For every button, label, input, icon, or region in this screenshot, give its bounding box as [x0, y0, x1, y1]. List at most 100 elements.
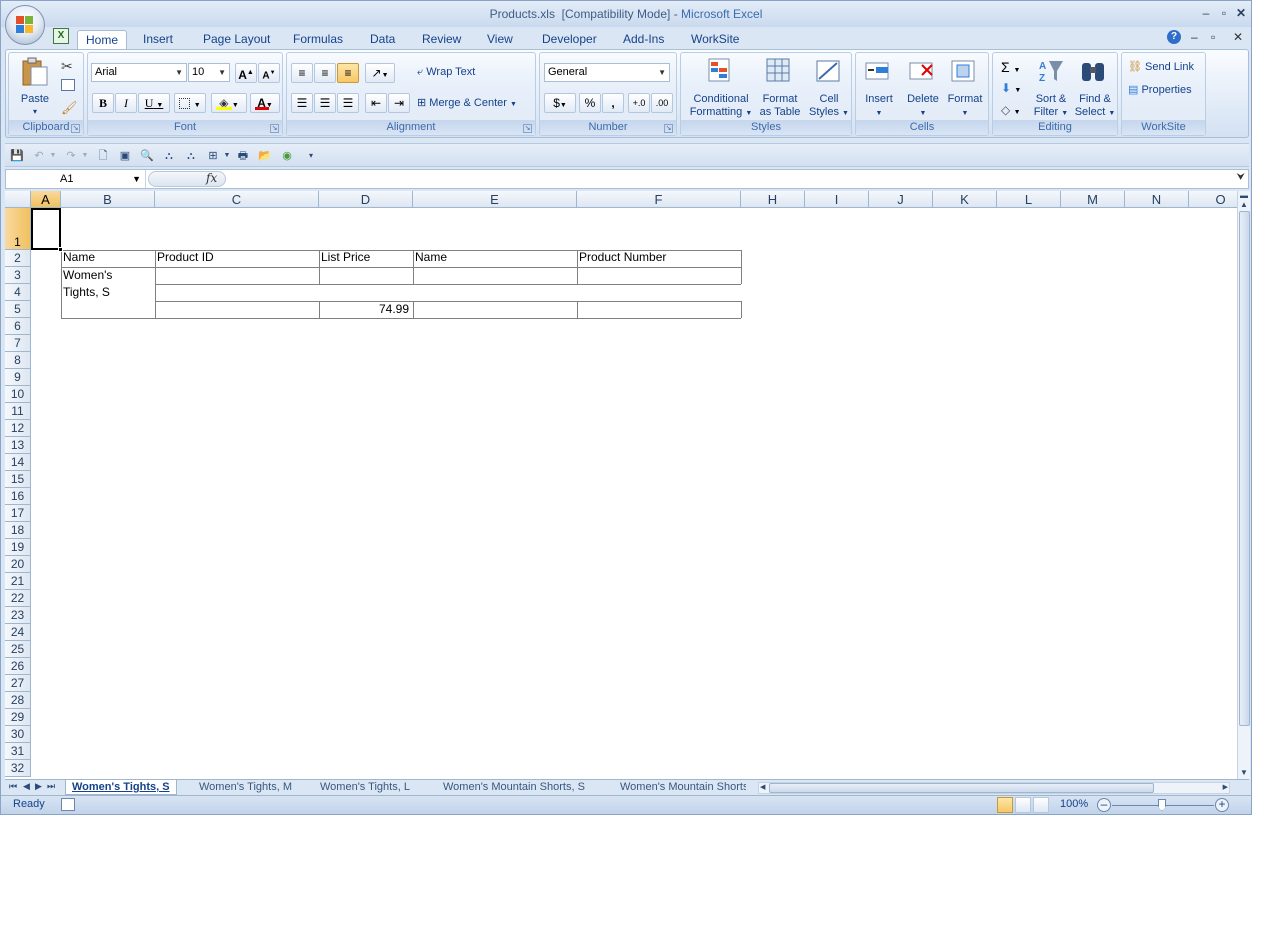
comma-button[interactable]: , — [602, 93, 624, 113]
row-header-31[interactable]: 31 — [5, 743, 31, 760]
office-button[interactable] — [5, 5, 45, 45]
tab-view[interactable]: View — [479, 30, 521, 49]
scroll-down-icon[interactable]: ▼ — [1240, 768, 1248, 777]
doc-close-icon[interactable]: ✕ — [1233, 30, 1243, 44]
align-right-button[interactable]: ☰ — [337, 93, 359, 113]
last-sheet-icon[interactable]: ⏭ — [47, 781, 55, 792]
normal-view-button[interactable] — [997, 797, 1013, 813]
format-as-table-icon[interactable] — [765, 57, 793, 85]
column-header-f[interactable]: F — [577, 191, 741, 208]
row-header-19[interactable]: 19 — [5, 539, 31, 556]
row-header-8[interactable]: 8 — [5, 352, 31, 369]
send-link-button[interactable]: ⛓ Send Link — [1128, 60, 1194, 73]
borders-button[interactable]: ▼ — [174, 93, 206, 113]
zoom-level[interactable]: 100% — [1060, 798, 1088, 810]
column-header-e[interactable]: E — [413, 191, 577, 208]
tab-add-ins[interactable]: Add-Ins — [615, 30, 672, 49]
camera-icon[interactable]: ▣ — [117, 148, 133, 164]
cut-icon[interactable]: ✂ — [61, 58, 73, 75]
column-header-o[interactable]: O — [1189, 191, 1237, 208]
maximize-icon[interactable]: ▫ — [1215, 5, 1233, 21]
row-header-22[interactable]: 22 — [5, 590, 31, 607]
cell-f2[interactable]: Product Number — [577, 250, 668, 265]
open-folder-icon[interactable]: 📂 — [257, 148, 273, 164]
insert-cells-button[interactable]: Insert ▼ — [858, 93, 900, 120]
font-launcher-icon[interactable]: ↘ — [270, 124, 279, 133]
row-header-13[interactable]: 13 — [5, 437, 31, 454]
column-header-m[interactable]: M — [1061, 191, 1125, 208]
underline-button[interactable]: U ▼ — [138, 93, 170, 113]
row-header-21[interactable]: 21 — [5, 573, 31, 590]
font-name-combo[interactable]: Arial ▼ — [91, 63, 187, 82]
percent-button[interactable]: % — [579, 93, 601, 113]
row-header-2[interactable]: 2 — [5, 250, 31, 267]
fill-handle[interactable] — [58, 247, 63, 252]
row-header-7[interactable]: 7 — [5, 335, 31, 352]
row-header-29[interactable]: 29 — [5, 709, 31, 726]
row-header-17[interactable]: 17 — [5, 505, 31, 522]
row-header-3[interactable]: 3 — [5, 267, 31, 284]
new-document-icon[interactable]: 🗋 — [95, 148, 111, 164]
row-header-32[interactable]: 32 — [5, 760, 31, 777]
customize-qat-icon[interactable]: ▾ — [303, 148, 319, 164]
cell-c2[interactable]: Product ID — [155, 250, 216, 265]
column-header-b[interactable]: B — [61, 191, 155, 208]
org-chart-icon[interactable]: ⛬ — [161, 148, 177, 164]
doc-restore-icon[interactable]: ▫ — [1211, 30, 1215, 44]
row-header-6[interactable]: 6 — [5, 318, 31, 335]
alignment-launcher-icon[interactable]: ↘ — [523, 124, 532, 133]
find-select-button[interactable]: Find & Select ▼ — [1073, 93, 1117, 120]
redo-dropdown-icon[interactable]: ▼ — [77, 148, 93, 164]
conditional-formatting-icon[interactable] — [707, 57, 735, 85]
sheet-tab-womens-tights-s[interactable]: Women's Tights, S — [65, 780, 177, 795]
font-color-button[interactable]: A ▼ — [250, 93, 280, 113]
active-cell-a1[interactable] — [31, 208, 61, 250]
vertical-scroll-thumb[interactable] — [1239, 211, 1250, 726]
tab-insert[interactable]: Insert — [135, 30, 181, 49]
first-sheet-icon[interactable]: ⏮ — [9, 781, 17, 792]
number-launcher-icon[interactable]: ↘ — [664, 124, 673, 133]
vertical-scrollbar[interactable]: ▬ ▲ ▼ — [1237, 191, 1250, 779]
split-box-icon[interactable]: ▬ — [1240, 191, 1248, 200]
globe-icon[interactable]: ◉ — [279, 148, 295, 164]
cell-d2[interactable]: List Price — [319, 250, 372, 265]
delete-cells-button[interactable]: Delete ▼ — [902, 93, 944, 120]
shrink-font-button[interactable]: A▼ — [258, 63, 280, 83]
minimize-icon[interactable]: – — [1197, 5, 1215, 21]
row-header-28[interactable]: 28 — [5, 692, 31, 709]
tab-formulas[interactable]: Formulas — [285, 30, 351, 49]
align-middle-button[interactable]: ≡ — [314, 63, 336, 83]
print-preview-icon[interactable]: 🔍 — [139, 148, 155, 164]
insert-function-button[interactable]: fx — [206, 171, 217, 185]
layout-dropdown-icon[interactable]: ▼ — [219, 148, 235, 164]
decrease-decimal-button[interactable]: .00 — [651, 93, 673, 113]
format-painter-icon[interactable]: 🖌 — [61, 100, 78, 116]
copy-icon[interactable] — [61, 79, 75, 91]
prev-sheet-icon[interactable]: ◀ — [23, 781, 30, 792]
sheet-tab-womens-tights-l[interactable]: Women's Tights, L — [314, 780, 416, 795]
row-header-10[interactable]: 10 — [5, 386, 31, 403]
tab-data[interactable]: Data — [362, 30, 403, 49]
tab-review[interactable]: Review — [414, 30, 469, 49]
formula-input[interactable] — [222, 170, 1232, 188]
row-header-30[interactable]: 30 — [5, 726, 31, 743]
clipboard-launcher-icon[interactable]: ↘ — [71, 124, 80, 133]
column-header-c[interactable]: C — [155, 191, 319, 208]
grow-font-button[interactable]: A▲ — [235, 63, 257, 83]
binoculars-icon[interactable] — [1079, 57, 1109, 85]
scroll-left-icon[interactable]: ◀ — [760, 783, 765, 791]
sort-filter-button[interactable]: Sort & Filter ▼ — [1029, 93, 1073, 120]
align-bottom-button[interactable]: ≡ — [337, 63, 359, 83]
column-header-n[interactable]: N — [1125, 191, 1189, 208]
row-header-18[interactable]: 18 — [5, 522, 31, 539]
format-cells-button[interactable]: Format ▼ — [944, 93, 986, 120]
align-top-button[interactable]: ≡ — [291, 63, 313, 83]
row-header-12[interactable]: 12 — [5, 420, 31, 437]
row-header-9[interactable]: 9 — [5, 369, 31, 386]
print-icon[interactable]: 🖶 — [235, 148, 251, 164]
zoom-in-icon[interactable]: + — [1215, 798, 1229, 812]
cell-d5[interactable]: 74.99 — [319, 302, 411, 317]
paste-icon[interactable] — [19, 57, 49, 87]
column-header-j[interactable]: J — [869, 191, 933, 208]
tab-developer[interactable]: Developer — [534, 30, 605, 49]
